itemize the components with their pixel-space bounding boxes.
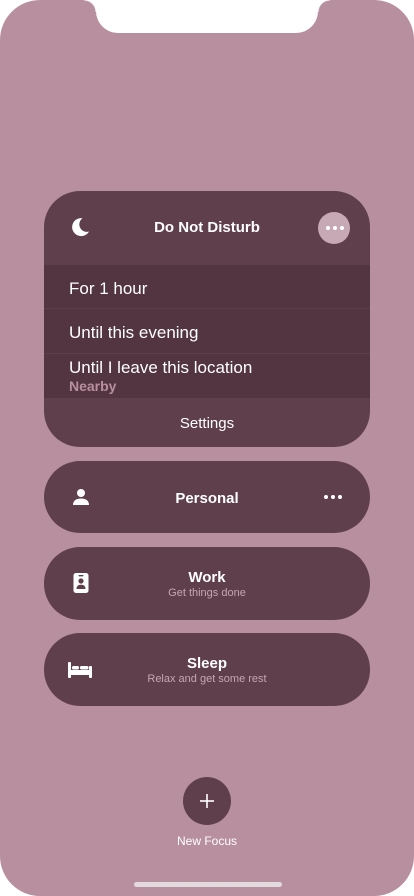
settings-button[interactable]: Settings: [44, 415, 370, 432]
more-options-button[interactable]: [318, 212, 350, 244]
new-focus-button[interactable]: [183, 777, 231, 825]
option-label: Until this evening: [69, 323, 199, 342]
option-for-1-hour[interactable]: For 1 hour: [44, 265, 370, 308]
do-not-disturb-header[interactable]: Do Not Disturb: [44, 191, 370, 265]
device-notch: [84, 0, 330, 33]
new-focus-label: New Focus: [176, 834, 238, 848]
focus-personal[interactable]: Personal: [44, 461, 370, 533]
option-label: For 1 hour: [69, 279, 148, 298]
option-until-this-evening[interactable]: Until this evening: [44, 309, 370, 353]
ellipsis-icon[interactable]: [324, 495, 342, 499]
ellipsis-icon: [326, 226, 344, 230]
option-sublabel: Nearby: [69, 378, 117, 394]
focus-title: Sleep: [186, 655, 228, 672]
focus-title: Work: [188, 569, 226, 586]
focus-title: Personal: [175, 490, 239, 507]
focus-sleep[interactable]: Sleep Relax and get some rest: [44, 633, 370, 706]
option-until-i-leave-location[interactable]: Until I leave this location Nearby: [44, 354, 370, 398]
plus-icon: [200, 794, 214, 808]
home-indicator[interactable]: [134, 882, 282, 887]
do-not-disturb-card: Do Not Disturb For 1 hour Until this eve…: [44, 191, 370, 447]
focus-screen: Do Not Disturb For 1 hour Until this eve…: [0, 0, 414, 896]
focus-work[interactable]: Work Get things done: [44, 547, 370, 620]
option-label: Until I leave this location: [69, 358, 253, 377]
focus-subtitle: Get things done: [168, 587, 246, 599]
focus-subtitle: Relax and get some rest: [147, 673, 267, 685]
